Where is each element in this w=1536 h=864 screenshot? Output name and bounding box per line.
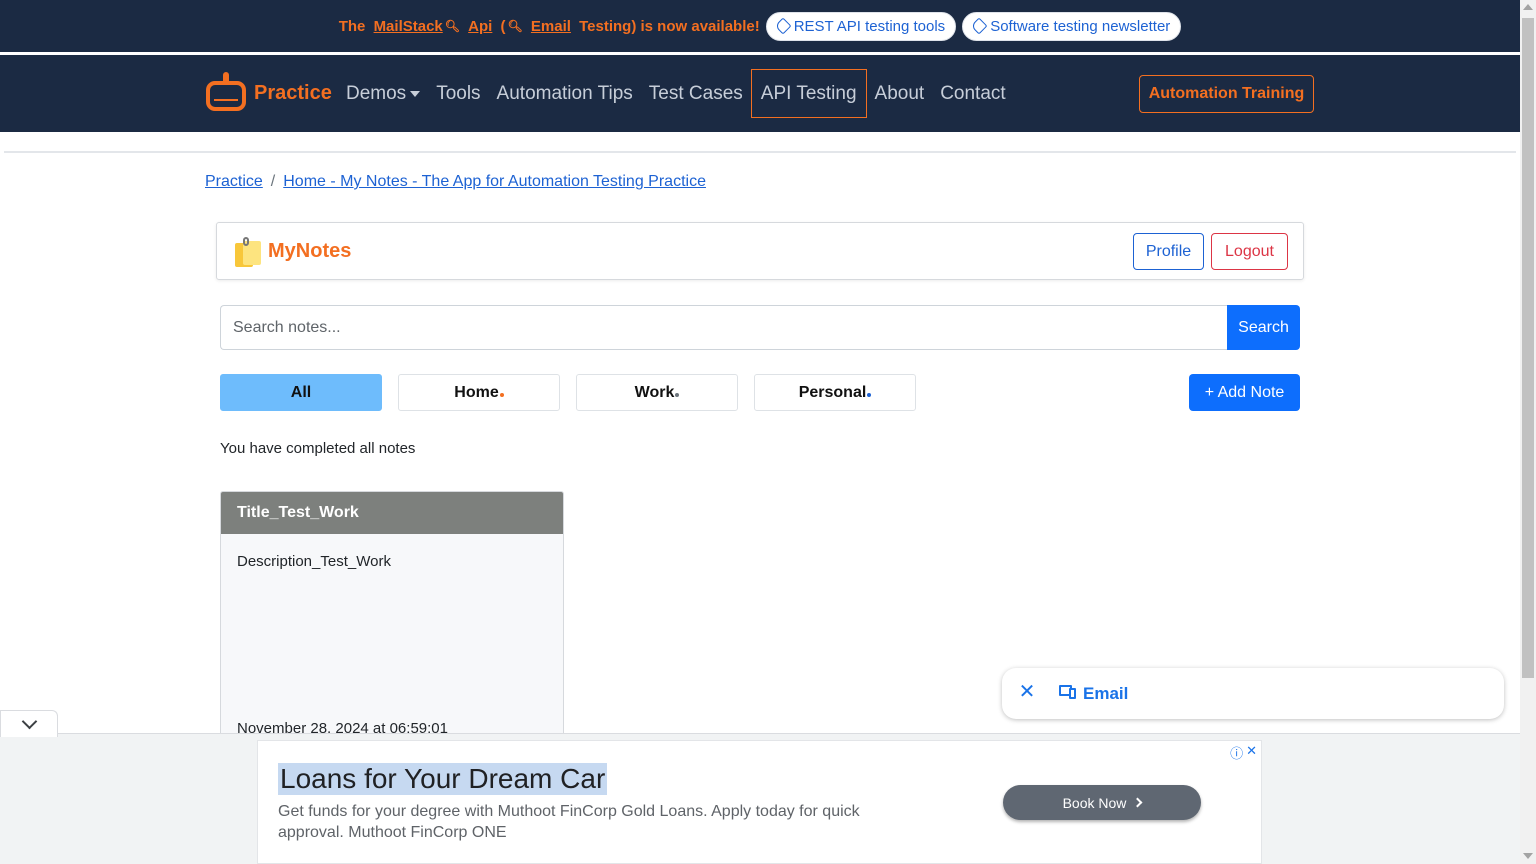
chevron-right-icon bbox=[1132, 797, 1143, 808]
pill-label: Software testing newsletter bbox=[990, 17, 1171, 35]
main-navbar: Practice Demos Tools Automation Tips Tes… bbox=[0, 55, 1520, 132]
category-work-tab[interactable]: Work bbox=[576, 374, 738, 411]
close-icon[interactable]: ✕ bbox=[1246, 743, 1257, 762]
close-icon[interactable]: ✕ bbox=[1018, 682, 1036, 702]
automation-training-button[interactable]: Automation Training bbox=[1139, 75, 1314, 113]
email-button[interactable]: Email bbox=[1083, 684, 1128, 704]
info-icon[interactable]: ⓘ bbox=[1230, 743, 1243, 762]
nav-contact[interactable]: Contact bbox=[932, 71, 1013, 117]
mailstack-link[interactable]: MailStack bbox=[374, 18, 443, 35]
robot-logo-icon bbox=[204, 71, 248, 115]
note-card: Title_Test_Work Description_Test_Work No… bbox=[220, 491, 564, 741]
ad-cta-button[interactable]: Book Now bbox=[1003, 785, 1201, 820]
search-icon: 🔍︎ bbox=[507, 19, 523, 33]
add-note-button[interactable]: + Add Note bbox=[1189, 374, 1300, 411]
category-all-tab[interactable]: All bbox=[220, 374, 382, 411]
promo-suffix: Testing) is now available! bbox=[579, 17, 760, 35]
progress-info: You have completed all notes bbox=[220, 440, 416, 457]
work-dot-icon bbox=[675, 392, 680, 397]
ad-body: Get funds for your degree with Muthoot F… bbox=[278, 803, 860, 841]
category-personal-tab[interactable]: Personal bbox=[754, 374, 916, 411]
tag-icon bbox=[774, 17, 792, 35]
nav-automation-tips[interactable]: Automation Tips bbox=[489, 71, 641, 117]
profile-button[interactable]: Profile bbox=[1133, 233, 1204, 270]
home-dot-icon bbox=[499, 392, 504, 397]
scrollbar-thumb[interactable] bbox=[1522, 18, 1534, 678]
chevron-down-icon bbox=[21, 713, 37, 729]
nav-api-testing[interactable]: API Testing bbox=[750, 69, 867, 118]
email-share-popup: ✕ Email bbox=[1002, 668, 1504, 719]
promo-paren: ( bbox=[500, 17, 506, 35]
ad-choices[interactable]: ⓘ ✕ bbox=[1230, 743, 1257, 762]
api-link[interactable]: Api bbox=[468, 18, 492, 35]
nav-test-cases[interactable]: Test Cases bbox=[641, 71, 751, 117]
rest-api-tools-pill[interactable]: REST API testing tools bbox=[765, 11, 957, 41]
brand-link[interactable]: Practice bbox=[204, 71, 332, 115]
note-card-description: Description_Test_Work bbox=[237, 553, 391, 570]
ad-banner[interactable]: ⓘ ✕ Loans for Your Dream Car Get funds f… bbox=[257, 740, 1262, 864]
search-input[interactable] bbox=[220, 305, 1227, 350]
category-home-tab[interactable]: Home bbox=[398, 374, 560, 411]
search-button[interactable]: Search bbox=[1227, 305, 1300, 350]
breadcrumb-separator: / bbox=[270, 173, 276, 190]
promo-bar: The MailStack 🔍︎ Api (🔍︎ Email Testing) i… bbox=[0, 0, 1520, 52]
app-header: MyNotes Profile Logout bbox=[216, 222, 1304, 280]
ad-title[interactable]: Loans for Your Dream Car bbox=[278, 763, 608, 795]
nav-about[interactable]: About bbox=[867, 71, 933, 117]
newsletter-pill[interactable]: Software testing newsletter bbox=[962, 11, 1182, 41]
scroll-up-arrow-icon[interactable] bbox=[1523, 4, 1533, 10]
note-card-title[interactable]: Title_Test_Work bbox=[221, 492, 563, 534]
promo-prefix: The bbox=[338, 17, 366, 35]
search-icon: 🔍︎ bbox=[444, 19, 460, 33]
breadcrumb-home-my-notes[interactable]: Home - My Notes - The App for Automation… bbox=[283, 173, 706, 191]
notes-logo-icon[interactable] bbox=[233, 237, 261, 267]
app-title[interactable]: MyNotes bbox=[268, 240, 351, 263]
nav-links: Demos Tools Automation Tips Test Cases A… bbox=[338, 69, 1014, 118]
devices-icon bbox=[1059, 685, 1076, 699]
promo-text: The MailStack 🔍︎ Api (🔍︎ Email Testing) i… bbox=[339, 18, 760, 35]
nav-demos-dropdown[interactable]: Demos bbox=[338, 71, 428, 117]
brand-label: Practice bbox=[254, 81, 332, 104]
personal-dot-icon bbox=[867, 392, 872, 397]
breadcrumb: Practice / Home - My Notes - The App for… bbox=[205, 173, 706, 191]
logout-button[interactable]: Logout bbox=[1211, 233, 1288, 270]
breadcrumb-practice[interactable]: Practice bbox=[205, 173, 263, 191]
scroll-down-arrow-icon[interactable] bbox=[1523, 853, 1533, 859]
search-bar: Search bbox=[220, 305, 1300, 350]
email-testing-link[interactable]: Email bbox=[531, 18, 571, 35]
ad-collapse-toggle[interactable] bbox=[0, 710, 58, 737]
nav-tools[interactable]: Tools bbox=[428, 71, 488, 117]
pill-label: REST API testing tools bbox=[793, 17, 946, 35]
caret-down-icon bbox=[410, 90, 421, 97]
tag-icon bbox=[970, 17, 988, 35]
divider bbox=[4, 151, 1516, 153]
